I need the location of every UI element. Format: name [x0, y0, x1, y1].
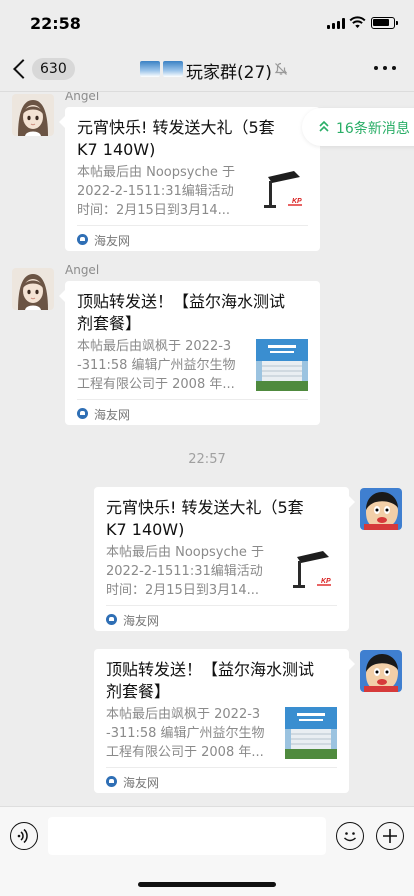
- emoji-icon[interactable]: [336, 822, 364, 850]
- card-description: 本帖最后由 Noopsyche 于 2022-2-1511:31编辑活动 时间：…: [77, 165, 235, 218]
- new-messages-label: 16条新消息: [336, 121, 410, 137]
- card-description: 本帖最后由 Noopsyche 于 2022-2-1511:31编辑活动 时间：…: [106, 545, 264, 598]
- source-logo-icon: [106, 776, 117, 787]
- source-logo-icon: [77, 408, 88, 419]
- voice-icon[interactable]: [10, 822, 38, 850]
- status-bar: 22:58: [0, 0, 414, 46]
- chat-timestamp: 22:57: [188, 452, 226, 467]
- home-indicator[interactable]: [138, 882, 276, 887]
- link-card[interactable]: 元宵快乐! 转发送大礼（5套 K7 140W) 本帖最后由 Noopsyche …: [94, 487, 349, 631]
- back-chevron-icon: [13, 59, 33, 79]
- sender-name: Angel: [65, 263, 100, 277]
- avatar[interactable]: [12, 94, 54, 136]
- wifi-icon: [349, 16, 366, 28]
- source-logo-icon: [77, 234, 88, 245]
- building-thumbnail-icon: [256, 339, 308, 391]
- card-title: 顶贴转发送！【益尔海水测试 剂套餐】: [106, 660, 315, 701]
- plus-icon[interactable]: [376, 822, 404, 850]
- link-card[interactable]: 顶贴转发送！【益尔海水测试 剂套餐】 本帖最后由飒枫于 2022-3 -311:…: [65, 281, 320, 425]
- card-title: 元宵快乐! 转发送大礼（5套 K7 140W): [106, 498, 304, 539]
- avatar[interactable]: [360, 650, 402, 692]
- unread-count-badge: 630: [32, 58, 75, 80]
- back-button[interactable]: 630: [10, 56, 76, 84]
- chat-area[interactable]: Angel 元宵快乐! 转发送大礼（5套 K7 140W) 本帖最后由 Noop…: [0, 92, 414, 806]
- cellular-signal-icon: [327, 18, 345, 29]
- nav-bar: 630 玩家群(27): [0, 46, 414, 92]
- group-avatar-icon: [140, 61, 184, 77]
- link-card[interactable]: 顶贴转发送！【益尔海水测试 剂套餐】 本帖最后由飒枫于 2022-3 -311:…: [94, 649, 349, 793]
- card-description: 本帖最后由飒枫于 2022-3 -311:58 编辑广州益尔生物 工程有限公司于…: [106, 707, 265, 760]
- more-button[interactable]: [374, 66, 396, 72]
- svg-text:KP: KP: [321, 578, 331, 585]
- double-chevron-up-icon: [319, 120, 329, 132]
- chat-title-area[interactable]: 玩家群(27): [140, 58, 300, 83]
- sender-name: Angel: [65, 92, 100, 103]
- status-time: 22:58: [30, 14, 81, 33]
- page-title: 玩家群(27): [186, 63, 272, 83]
- lamp-thumbnail-icon: KP: [256, 165, 308, 217]
- svg-text:KP: KP: [292, 198, 302, 205]
- link-card[interactable]: 元宵快乐! 转发送大礼（5套 K7 140W) 本帖最后由 Noopsyche …: [65, 107, 320, 251]
- avatar[interactable]: [360, 488, 402, 530]
- source-logo-icon: [106, 614, 117, 625]
- card-title: 顶贴转发送！【益尔海水测试 剂套餐】: [77, 292, 286, 333]
- mute-icon: [274, 62, 288, 75]
- lamp-thumbnail-icon: KP: [285, 545, 337, 597]
- card-title: 元宵快乐! 转发送大礼（5套 K7 140W): [77, 118, 275, 159]
- avatar[interactable]: [12, 268, 54, 310]
- battery-icon: [371, 17, 398, 29]
- building-thumbnail-icon: [285, 707, 337, 759]
- new-messages-button[interactable]: 16条新消息: [302, 108, 414, 146]
- message-input[interactable]: [48, 817, 326, 855]
- card-description: 本帖最后由飒枫于 2022-3 -311:58 编辑广州益尔生物 工程有限公司于…: [77, 339, 236, 392]
